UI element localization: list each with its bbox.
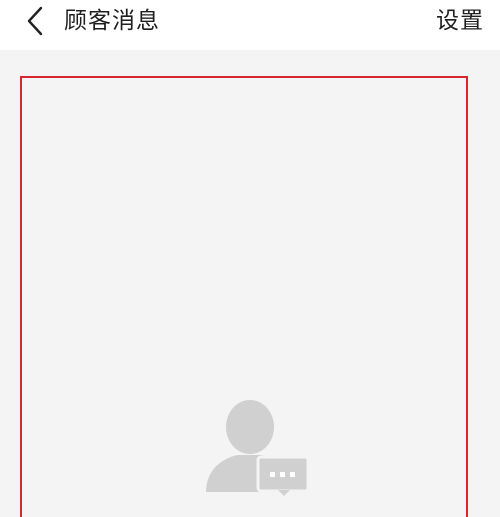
page-title: 顾客消息 (64, 8, 160, 34)
customer-messages-screen: 顾客消息 设置 (0, 0, 500, 517)
empty-state-illustration (204, 400, 310, 496)
chevron-left-icon (27, 6, 43, 36)
message-list-area (20, 76, 468, 517)
customer-chat-icon (206, 400, 310, 496)
settings-button[interactable]: 设置 (436, 5, 484, 37)
back-button[interactable] (18, 4, 52, 38)
top-bar: 顾客消息 设置 (0, 0, 500, 50)
